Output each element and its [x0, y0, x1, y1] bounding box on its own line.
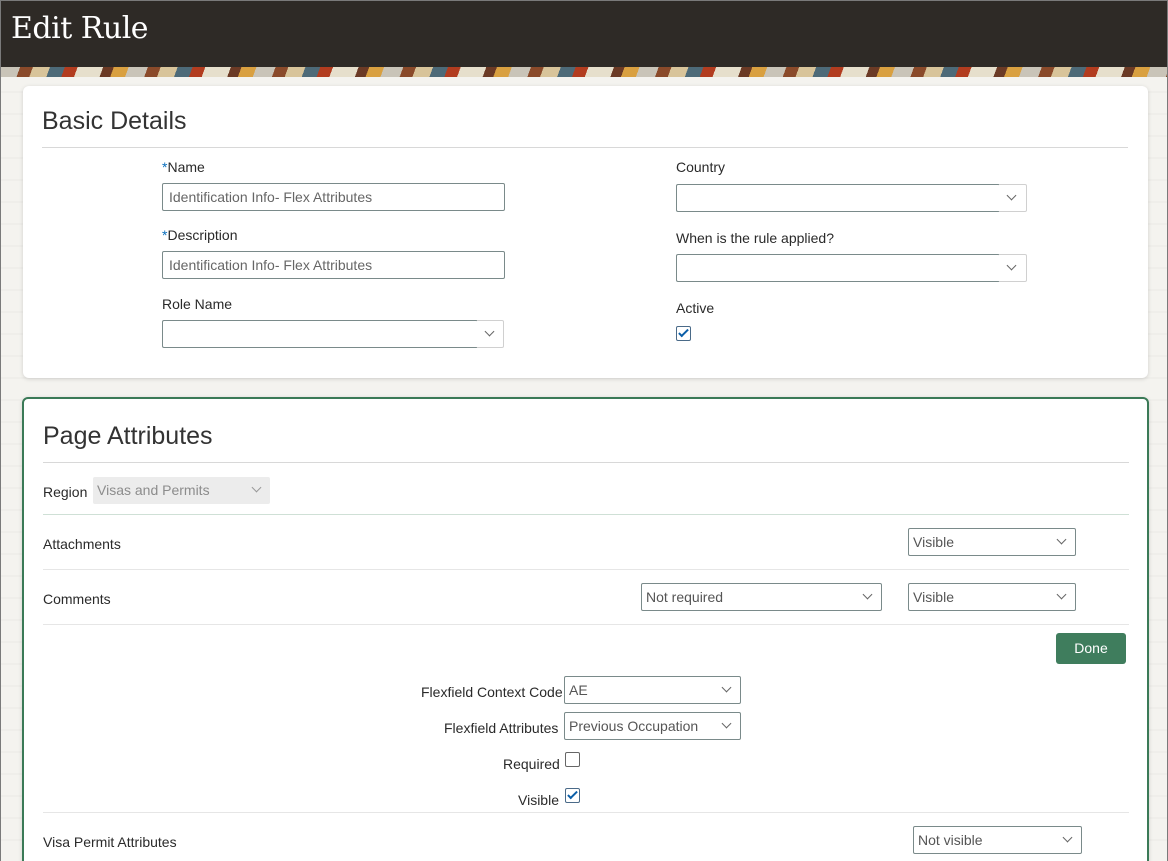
visa-permit-visibility-select[interactable]: Not visible — [913, 826, 1082, 854]
page-attributes-card: Page Attributes Region Visas and Permits… — [22, 397, 1149, 861]
when-applied-dropdown-button[interactable] — [999, 254, 1027, 282]
flexfield-context-code-label: Flexfield Context Code — [421, 684, 563, 700]
name-label: *Name — [162, 159, 205, 175]
role-name-select[interactable] — [162, 320, 478, 348]
chevron-down-icon — [862, 589, 873, 600]
flexfield-attributes-label: Flexfield Attributes — [444, 720, 559, 736]
attachments-visibility-select[interactable]: Visible — [908, 528, 1076, 556]
basic-details-divider — [42, 147, 1128, 148]
role-name-dropdown-button[interactable] — [477, 320, 504, 348]
country-label: Country — [676, 159, 726, 175]
done-button[interactable]: Done — [1056, 633, 1126, 664]
basic-details-title: Basic Details — [42, 107, 187, 135]
chevron-down-icon — [1006, 260, 1017, 271]
visa-permit-attributes-label: Visa Permit Attributes — [43, 834, 177, 850]
chevron-down-icon — [1056, 589, 1067, 600]
page-attributes-title: Page Attributes — [43, 422, 213, 450]
comments-requirement-select[interactable]: Not required — [641, 583, 882, 611]
description-field[interactable]: Identification Info- Flex Attributes — [162, 251, 505, 279]
country-dropdown-button[interactable] — [999, 184, 1027, 212]
region-divider — [43, 514, 1129, 515]
when-applied-select[interactable] — [676, 254, 1000, 282]
page-header: Edit Rule — [1, 1, 1167, 67]
when-applied-label: When is the rule applied? — [676, 230, 834, 246]
decorative-banner — [1, 67, 1167, 77]
active-label: Active — [676, 300, 715, 316]
page-title: Edit Rule — [11, 11, 149, 46]
description-label: *Description — [162, 227, 238, 243]
country-select[interactable] — [676, 184, 1000, 212]
required-checkbox[interactable] — [565, 752, 580, 767]
flexfield-context-code-select[interactable]: AE — [564, 676, 741, 704]
checkmark-icon — [678, 326, 689, 338]
name-field[interactable]: Identification Info- Flex Attributes — [162, 183, 505, 211]
row-divider — [43, 812, 1129, 813]
row-divider — [43, 624, 1129, 625]
comments-label: Comments — [43, 591, 111, 607]
attachments-label: Attachments — [43, 536, 121, 552]
checkmark-icon — [567, 788, 578, 800]
row-divider — [43, 569, 1129, 570]
chevron-down-icon — [251, 482, 262, 493]
visible-label: Visible — [518, 792, 559, 808]
page-attributes-divider — [43, 462, 1129, 463]
visible-checkbox[interactable] — [565, 788, 580, 803]
flexfield-attributes-select[interactable]: Previous Occupation — [564, 712, 741, 740]
active-checkbox[interactable] — [676, 326, 691, 341]
role-name-label: Role Name — [162, 296, 233, 312]
region-select: Visas and Permits — [93, 477, 270, 504]
comments-visibility-select[interactable]: Visible — [908, 583, 1076, 611]
region-label: Region — [43, 484, 88, 500]
chevron-down-icon — [484, 326, 495, 337]
required-label: Required — [503, 756, 560, 772]
chevron-down-icon — [1006, 190, 1017, 201]
chevron-down-icon — [721, 718, 732, 729]
chevron-down-icon — [1056, 534, 1067, 545]
chevron-down-icon — [1062, 832, 1073, 843]
basic-details-card: Basic Details *Name Identification Info-… — [23, 86, 1148, 378]
chevron-down-icon — [721, 682, 732, 693]
